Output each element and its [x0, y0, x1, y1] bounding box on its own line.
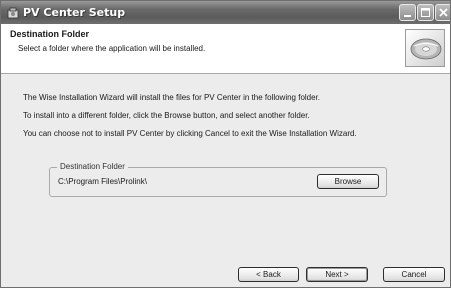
wizard-header: Destination Folder Select a folder where…: [1, 24, 450, 74]
back-button[interactable]: < Back: [238, 267, 299, 282]
next-button[interactable]: Next >: [306, 267, 368, 282]
close-button[interactable]: [435, 4, 450, 21]
header-title: Destination Folder: [10, 29, 90, 39]
cd-disc-icon: [405, 29, 445, 67]
header-subtitle: Select a folder where the application wi…: [18, 44, 206, 53]
maximize-button[interactable]: [417, 4, 434, 21]
setup-window: PV Center Setup Destination Folder Selec…: [0, 0, 451, 288]
browse-button[interactable]: Browse: [317, 174, 379, 189]
maximize-icon: [421, 8, 430, 17]
destination-path: C:\Program Files\Prolink\: [58, 177, 147, 186]
intro-text: The Wise Installation Wizard will instal…: [23, 93, 321, 102]
minimize-icon: [404, 15, 411, 17]
installer-icon: [7, 7, 19, 19]
minimize-button[interactable]: [399, 4, 416, 21]
cancel-button[interactable]: Cancel: [383, 267, 445, 282]
cancel-instructions-text: You can choose not to install PV Center …: [23, 129, 357, 138]
browse-instructions-text: To install into a different folder, clic…: [23, 111, 310, 120]
window-title: PV Center Setup: [23, 6, 126, 19]
close-icon: [439, 8, 448, 17]
destination-folder-legend: Destination Folder: [57, 162, 128, 171]
title-bar[interactable]: PV Center Setup: [1, 1, 450, 24]
